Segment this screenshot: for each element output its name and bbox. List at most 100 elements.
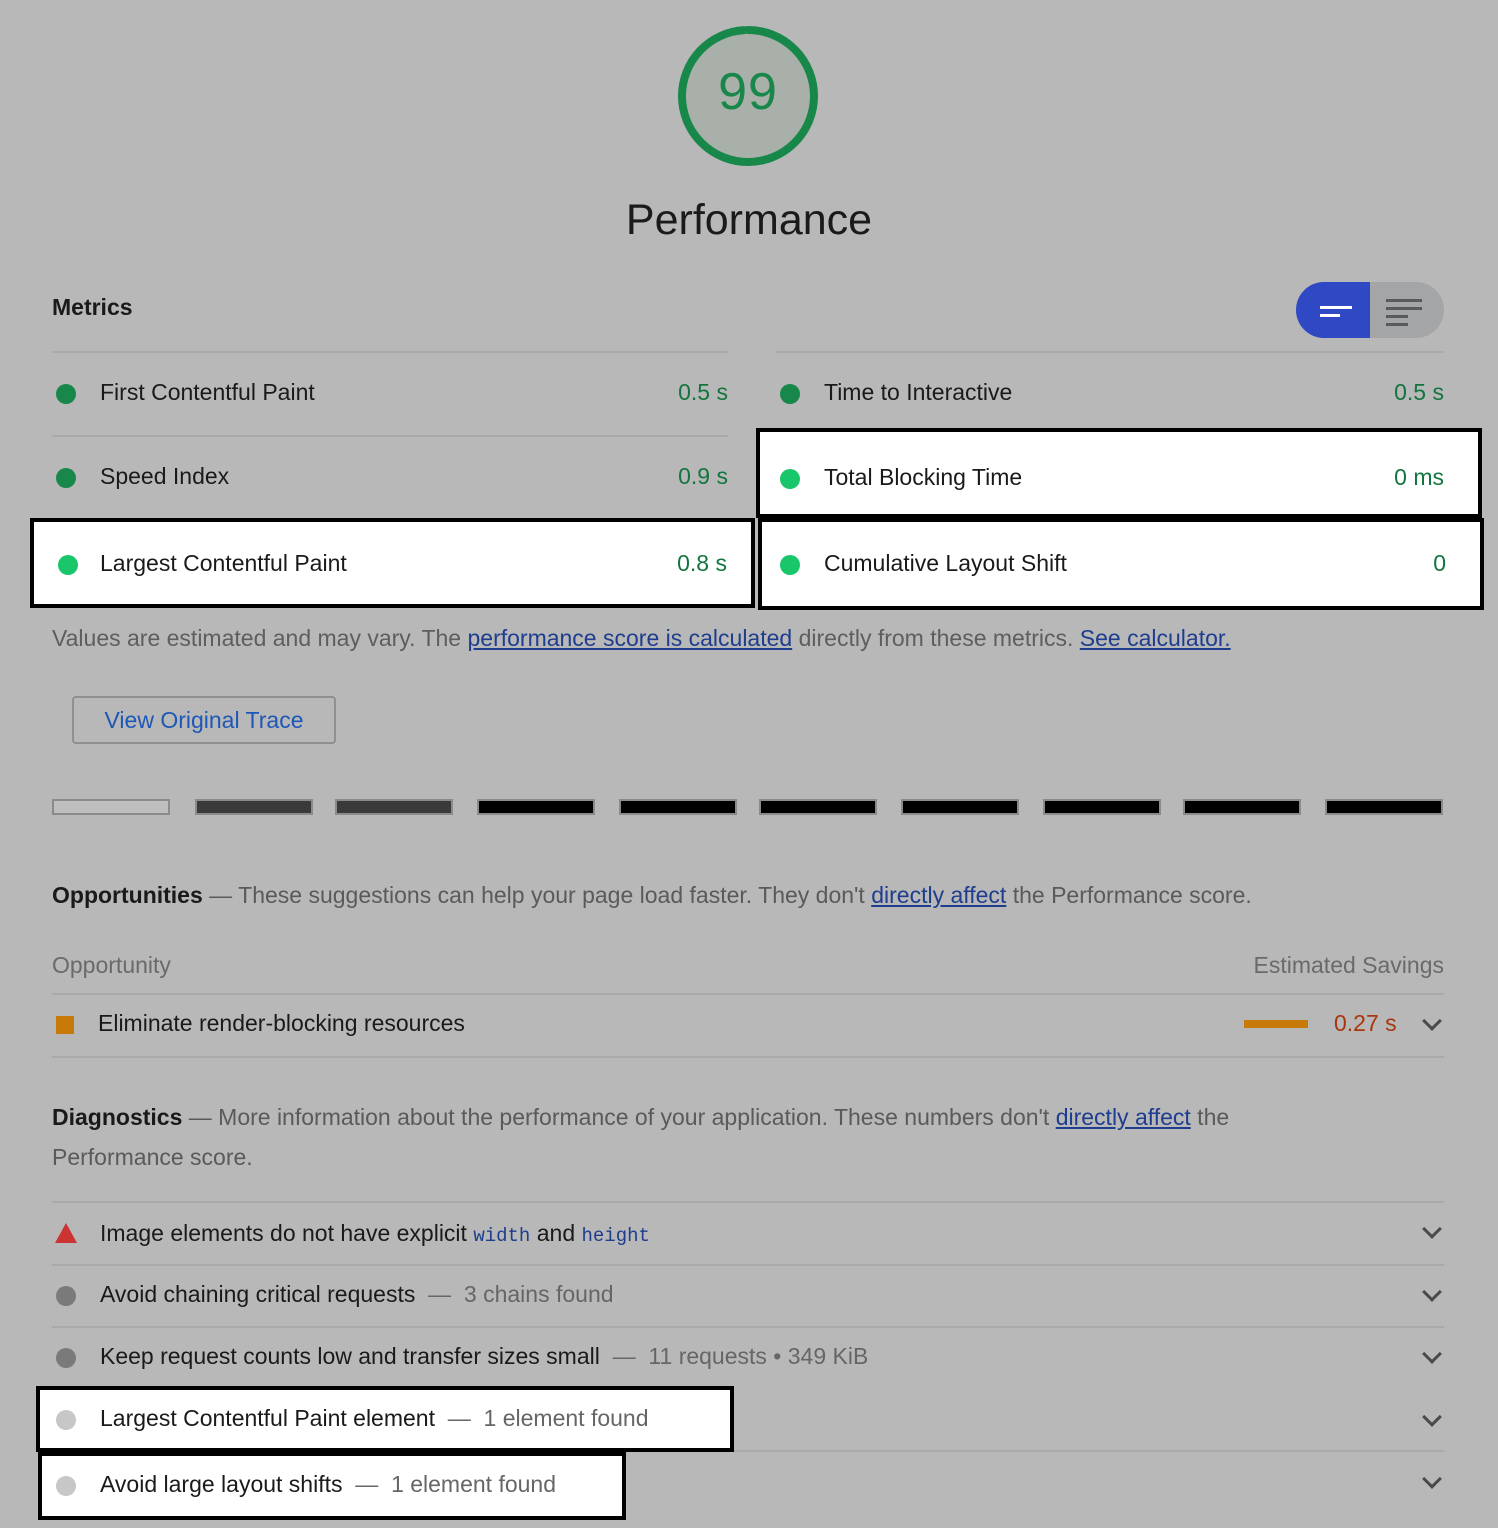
- pass-dot-icon: [56, 384, 76, 404]
- opportunities-desc: the Performance score.: [1006, 882, 1252, 908]
- diagnostic-text: Keep request counts low and transfer siz…: [100, 1343, 600, 1369]
- chevron-down-icon[interactable]: [1422, 1282, 1442, 1302]
- gray-circle-icon: [56, 1348, 76, 1368]
- diagnostics-heading: Diagnostics: [52, 1104, 183, 1130]
- metric-label: First Contentful Paint: [100, 379, 315, 405]
- pass-dot-icon: [780, 555, 800, 575]
- divider: [734, 1450, 1444, 1452]
- category-title: Performance: [625, 196, 873, 244]
- savings-value: 0.27 s: [1334, 1010, 1397, 1036]
- filmstrip-frame: [195, 799, 313, 815]
- filmstrip-frame: [1183, 799, 1301, 815]
- diagnostic-label: Avoid chaining critical requests — 3 cha…: [100, 1281, 614, 1307]
- pass-dot-icon: [58, 555, 78, 575]
- metrics-view-toggle[interactable]: [1296, 282, 1444, 338]
- diagnostic-label: Largest Contentful Paint element — 1 ele…: [100, 1405, 649, 1431]
- gray-circle-icon: [56, 1410, 76, 1430]
- metric-value: 0: [1433, 550, 1446, 576]
- diagnostic-text: Image elements do not have explicit: [100, 1220, 474, 1246]
- code-width: width: [473, 1225, 531, 1247]
- diagnostic-sub: 11 requests • 349 KiB: [648, 1343, 869, 1369]
- score-calculated-link[interactable]: performance score is calculated: [467, 625, 792, 651]
- summary-lines-icon[interactable]: [1296, 282, 1370, 338]
- opportunities-heading: Opportunities: [52, 882, 203, 908]
- diagnostics-desc: More information about the performance o…: [218, 1104, 1056, 1130]
- filmstrip-frame: [901, 799, 1019, 815]
- metric-label: Total Blocking Time: [824, 464, 1023, 490]
- metrics-heading: Metrics: [52, 294, 133, 320]
- savings-column-header: Estimated Savings: [1253, 952, 1444, 978]
- metric-total-blocking-time: Total Blocking Time 0 ms: [756, 428, 1482, 518]
- diagnostic-row-highlighted[interactable]: Avoid large layout shifts — 1 element fo…: [38, 1452, 626, 1520]
- opportunity-row[interactable]: Eliminate render-blocking resources 0.27…: [52, 994, 1444, 1056]
- filmstrip-frame: [335, 799, 453, 815]
- chevron-down-icon[interactable]: [1422, 1011, 1442, 1031]
- detail-lines-icon[interactable]: [1370, 282, 1444, 338]
- diagnostic-label: Avoid large layout shifts — 1 element fo…: [100, 1471, 557, 1497]
- diagnostic-label: Keep request counts low and transfer siz…: [100, 1343, 869, 1369]
- gray-circle-icon: [56, 1286, 76, 1306]
- view-original-trace-button[interactable]: View Original Trace: [72, 696, 336, 744]
- dash: —: [182, 1104, 219, 1130]
- opportunity-label: Eliminate render-blocking resources: [98, 1010, 465, 1036]
- metric-value: 0.5 s: [1394, 379, 1444, 405]
- metrics-note: Values are estimated and may vary. The p…: [52, 625, 1231, 652]
- metric-value: 0.9 s: [678, 463, 728, 489]
- filmstrip-frame: [477, 799, 595, 815]
- diagnostic-row[interactable]: Keep request counts low and transfer siz…: [52, 1327, 1444, 1389]
- filmstrip-frame: [52, 799, 170, 815]
- metric-value: 0.5 s: [678, 379, 728, 405]
- diagnostic-text: Largest Contentful Paint element: [100, 1405, 435, 1431]
- chevron-down-icon[interactable]: [1422, 1469, 1442, 1489]
- diagnostic-row[interactable]: Image elements do not have explicit widt…: [52, 1202, 1444, 1264]
- metric-cumulative-layout-shift: Cumulative Layout Shift 0: [758, 518, 1484, 610]
- score-value: 99: [718, 63, 778, 121]
- metric-time-to-interactive: Time to Interactive 0.5 s: [776, 352, 1444, 436]
- metric-largest-contentful-paint: Largest Contentful Paint 0.8 s: [30, 518, 755, 608]
- diagnostic-text: and: [530, 1220, 582, 1246]
- diagnostic-text: Avoid large layout shifts: [100, 1471, 343, 1497]
- metric-first-contentful-paint: First Contentful Paint 0.5 s: [52, 352, 728, 436]
- metric-label: Largest Contentful Paint: [100, 550, 347, 576]
- diagnostic-text: Avoid chaining critical requests: [100, 1281, 416, 1307]
- diagnostics-desc-line2: Performance score.: [52, 1144, 253, 1170]
- diagnostic-sub: 1 element found: [483, 1405, 649, 1431]
- diagnostics-desc: the: [1190, 1104, 1230, 1130]
- diagnostic-sub: 1 element found: [391, 1471, 557, 1497]
- gray-circle-icon: [56, 1476, 76, 1496]
- directly-affect-link[interactable]: directly affect: [1056, 1104, 1191, 1130]
- filmstrip-frame: [1325, 799, 1443, 815]
- diagnostic-row[interactable]: Avoid chaining critical requests — 3 cha…: [52, 1265, 1444, 1327]
- opportunities-header: Opportunities — These suggestions can he…: [52, 882, 1252, 909]
- diagnostic-sub: 3 chains found: [463, 1281, 614, 1307]
- see-calculator-link[interactable]: See calculator.: [1080, 625, 1231, 651]
- diagnostics-header: Diagnostics — More information about the…: [52, 1104, 1229, 1131]
- directly-affect-link[interactable]: directly affect: [871, 882, 1006, 908]
- dash: —: [202, 882, 239, 908]
- pass-dot-icon: [780, 469, 800, 489]
- metric-label: Speed Index: [100, 463, 230, 489]
- diagnostic-row-highlighted[interactable]: Largest Contentful Paint element — 1 ele…: [36, 1386, 734, 1452]
- pass-dot-icon: [56, 468, 76, 488]
- opportunity-column-header: Opportunity: [52, 952, 171, 978]
- metric-label: Time to Interactive: [824, 379, 1013, 405]
- chevron-down-icon[interactable]: [1422, 1407, 1442, 1427]
- savings-bar: [1244, 1020, 1308, 1028]
- divider: [52, 1056, 1444, 1058]
- pass-dot-icon: [780, 384, 800, 404]
- metric-value: 0.8 s: [677, 550, 727, 576]
- metric-label: Cumulative Layout Shift: [824, 550, 1067, 576]
- filmstrip-frame: [759, 799, 877, 815]
- metric-value: 0 ms: [1394, 464, 1444, 490]
- orange-square-icon: [56, 1016, 74, 1034]
- opportunities-desc: These suggestions can help your page loa…: [238, 882, 872, 908]
- chevron-down-icon[interactable]: [1422, 1344, 1442, 1364]
- chevron-down-icon[interactable]: [1422, 1219, 1442, 1239]
- metric-speed-index: Speed Index 0.9 s: [52, 436, 728, 520]
- filmstrip-frame: [619, 799, 737, 815]
- diagnostic-label: Image elements do not have explicit widt…: [100, 1220, 650, 1247]
- note-text: Values are estimated and may vary. The: [52, 625, 468, 651]
- code-height: height: [581, 1225, 650, 1247]
- red-triangle-icon: [55, 1223, 77, 1243]
- note-text: directly from these metrics.: [792, 625, 1080, 651]
